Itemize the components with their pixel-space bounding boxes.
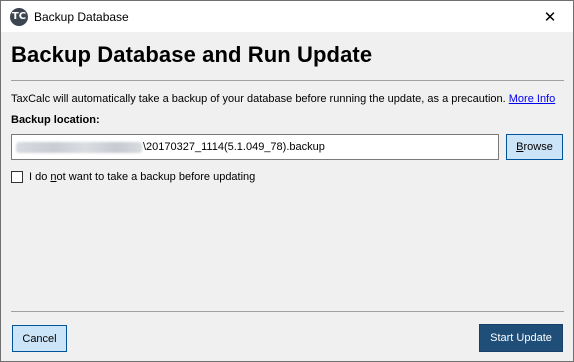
no-backup-label-post: ot want to take a backup before updating xyxy=(56,171,256,183)
backup-location-value: \20170327_1114(5.1.049_78).backup xyxy=(143,141,325,153)
description-text: TaxCalc will automatically take a backup… xyxy=(11,93,506,105)
backup-location-label: Backup location: xyxy=(11,114,100,126)
browse-label-post: rowse xyxy=(523,141,553,153)
close-button[interactable]: ✕ xyxy=(527,1,573,32)
backup-location-field[interactable]: \20170327_1114(5.1.049_78).backup xyxy=(11,134,499,160)
backup-dialog: TC Backup Database ✕ Backup Database and… xyxy=(0,0,574,362)
description: TaxCalc will automatically take a backup… xyxy=(11,93,555,105)
no-backup-label-pre: I do xyxy=(29,171,51,183)
page-title: Backup Database and Run Update xyxy=(11,42,373,67)
divider-bottom xyxy=(11,311,564,312)
taxcalc-app-icon: TC xyxy=(10,7,28,26)
no-backup-checkbox[interactable] xyxy=(11,171,23,183)
close-icon: ✕ xyxy=(543,7,557,26)
more-info-link[interactable]: More Info xyxy=(509,93,555,105)
window-title: Backup Database xyxy=(34,9,129,24)
start-update-button[interactable]: Start Update xyxy=(479,324,563,352)
no-backup-label[interactable]: I do not want to take a backup before up… xyxy=(29,171,255,183)
redacted-path-prefix xyxy=(16,141,142,153)
divider-top xyxy=(11,80,564,81)
no-backup-option[interactable]: I do not want to take a backup before up… xyxy=(11,171,255,183)
browse-button[interactable]: Browse xyxy=(506,134,563,160)
browse-label-mnemonic: B xyxy=(516,141,524,153)
title-bar: TC Backup Database ✕ xyxy=(1,1,573,32)
cancel-button[interactable]: Cancel xyxy=(12,325,67,352)
